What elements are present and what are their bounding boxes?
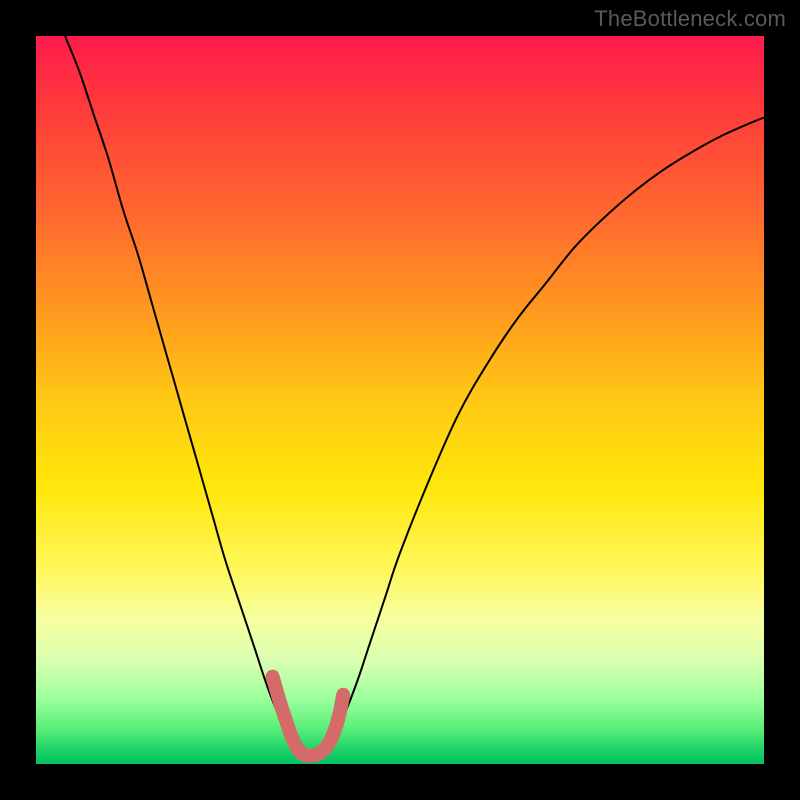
curve-svg [36, 36, 764, 764]
pink-u-marker [273, 677, 344, 756]
chart-frame: TheBottleneck.com [0, 0, 800, 800]
plot-area [36, 36, 764, 764]
bottleneck-curve [65, 36, 764, 760]
watermark-text: TheBottleneck.com [594, 6, 786, 32]
